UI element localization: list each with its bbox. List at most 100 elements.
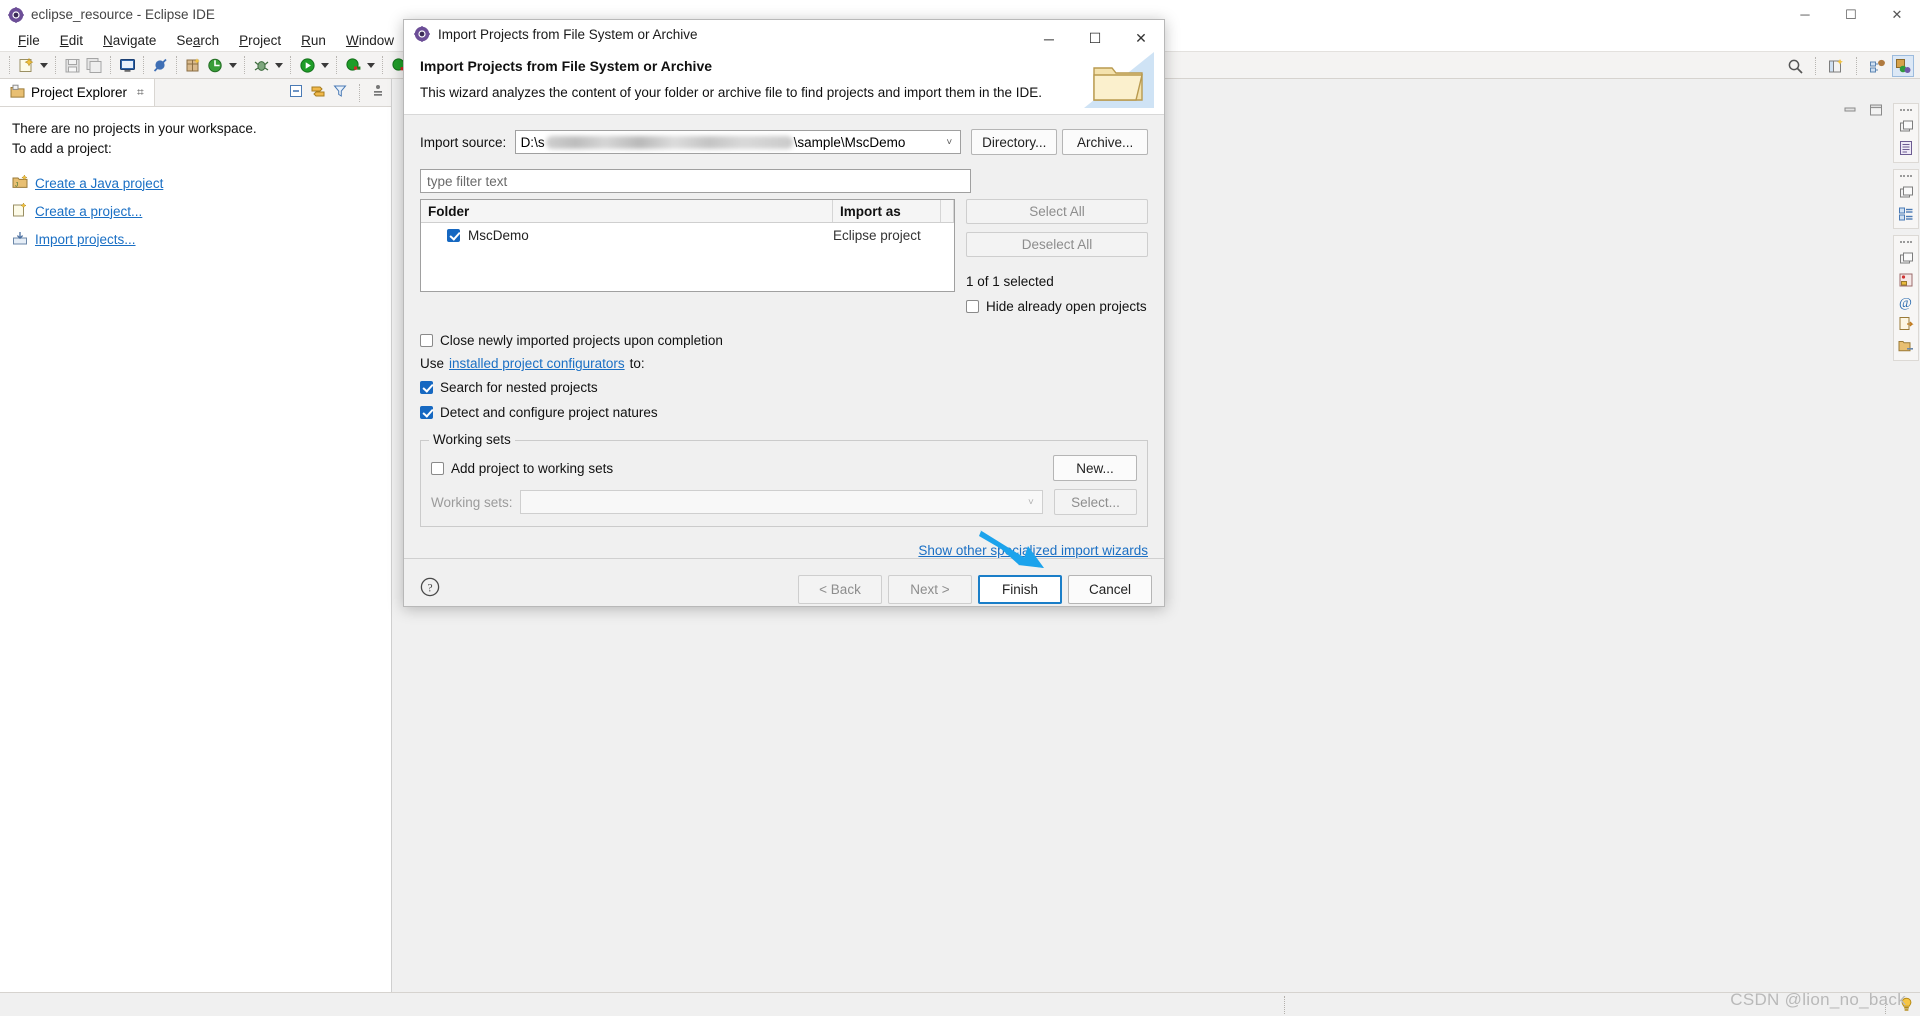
working-sets-combo[interactable]: ˅ (519, 490, 1043, 515)
menu-window[interactable]: Window (336, 31, 404, 50)
menu-search[interactable]: Search (166, 31, 229, 50)
coverage-icon[interactable] (342, 54, 364, 76)
window-controls: ─ ☐ ✕ (1782, 0, 1920, 29)
link-with-editor-icon[interactable] (310, 83, 326, 102)
statusbar-separator (1284, 996, 1285, 1014)
svg-text:?: ? (427, 583, 432, 595)
close-button[interactable]: ✕ (1874, 0, 1920, 29)
menu-file[interactable]: File (8, 31, 50, 50)
chevron-down-icon[interactable]: ˅ (940, 137, 958, 148)
debug-dropdown-icon[interactable] (272, 54, 285, 76)
create-project-link[interactable]: Create a project... (35, 204, 142, 219)
statusbar (0, 992, 1920, 1016)
save-icon[interactable] (61, 54, 83, 76)
select-all-button[interactable]: Select All (966, 199, 1148, 225)
add-to-working-sets-checkbox-row[interactable]: Add project to working sets (431, 458, 613, 478)
minimize-editor-icon[interactable] (1842, 103, 1858, 120)
menu-run[interactable]: Run (291, 31, 336, 50)
table-row[interactable]: MscDemo Eclipse project (421, 223, 954, 248)
filter-input[interactable]: type filter text (420, 169, 971, 194)
column-header-folder[interactable]: Folder (421, 200, 833, 223)
hide-open-projects-label: Hide already open projects (986, 298, 1147, 314)
configurators-row: Use installed project configurators to: (420, 356, 1148, 371)
close-icon[interactable]: ⌗ (137, 85, 144, 100)
external-tools-dropdown-icon[interactable] (226, 54, 239, 76)
directory-button[interactable]: Directory... (971, 129, 1058, 156)
show-other-import-wizards-link[interactable]: Show other specialized import wizards (918, 543, 1148, 558)
skip-breakpoints-icon[interactable] (149, 54, 171, 76)
outline-document-icon[interactable] (1897, 139, 1915, 157)
archive-button[interactable]: Archive... (1062, 129, 1148, 156)
save-all-icon[interactable] (83, 54, 105, 76)
new-wizard-icon[interactable] (15, 54, 37, 76)
import-projects-link[interactable]: Import projects... (35, 232, 136, 247)
create-project-row[interactable]: Create a project... (12, 199, 381, 223)
deselect-all-button[interactable]: Deselect All (966, 232, 1148, 258)
row-checkbox-mscdemo[interactable] (447, 228, 460, 242)
task-list-icon[interactable] (1897, 205, 1915, 223)
maximize-editor-icon[interactable] (1868, 103, 1884, 120)
coverage-dropdown-icon[interactable] (364, 54, 377, 76)
project-explorer-view: Project Explorer ⌗ There are no projects… (0, 79, 392, 992)
hide-open-projects-checkbox[interactable] (966, 299, 979, 313)
search-nested-projects-row[interactable]: Search for nested projects (420, 377, 1148, 397)
installed-project-configurators-link[interactable]: installed project configurators (449, 356, 625, 371)
create-java-project-link[interactable]: Create a Java project (35, 176, 163, 191)
menu-edit[interactable]: Edit (50, 31, 93, 50)
dialog-titlebar: Import Projects from File System or Arch… (404, 20, 1164, 49)
hide-open-projects-row[interactable]: Hide already open projects (966, 296, 1148, 316)
import-projects-row[interactable]: Import projects... (12, 227, 381, 251)
close-imported-projects-checkbox[interactable] (420, 333, 433, 347)
next-button[interactable]: Next > (888, 575, 972, 605)
chevron-down-icon[interactable]: ˅ (1022, 497, 1040, 508)
detect-configure-natures-checkbox[interactable] (420, 405, 433, 419)
add-to-working-sets-checkbox[interactable] (431, 461, 444, 475)
import-source-value-suffix: \sample\MscDemo (793, 134, 906, 150)
new-working-set-button[interactable]: New... (1053, 455, 1137, 482)
create-java-project-row[interactable]: J Create a Java project (12, 171, 381, 195)
rail-handle-icon[interactable] (1900, 107, 1912, 113)
open-perspective-icon[interactable] (1825, 55, 1847, 77)
cancel-button[interactable]: Cancel (1068, 575, 1152, 605)
search-icon[interactable] (1784, 55, 1806, 77)
rail-handle-icon[interactable] (1900, 173, 1912, 179)
at-sign-icon[interactable]: @ (1897, 293, 1915, 311)
toolbar-separator (143, 56, 144, 74)
java-perspective-icon[interactable] (1892, 55, 1914, 77)
search-nested-projects-checkbox[interactable] (420, 380, 433, 394)
minimize-button[interactable]: ─ (1782, 0, 1828, 29)
debug-icon[interactable] (250, 54, 272, 76)
new-wizard-dropdown-icon[interactable] (37, 54, 50, 76)
restore-view-icon[interactable] (1897, 183, 1915, 201)
restore-view-icon[interactable] (1897, 117, 1915, 135)
document-export-icon[interactable] (1897, 315, 1915, 333)
servers-icon[interactable] (1897, 271, 1915, 289)
help-icon[interactable]: ? (420, 577, 440, 600)
finish-button[interactable]: Finish (978, 575, 1062, 605)
console-icon[interactable] (116, 54, 138, 76)
collapse-all-icon[interactable] (288, 83, 304, 102)
column-header-import-as[interactable]: Import as (833, 200, 941, 223)
new-package-icon[interactable] (182, 54, 204, 76)
close-imported-projects-row[interactable]: Close newly imported projects upon compl… (420, 330, 1148, 350)
menu-navigate[interactable]: Navigate (93, 31, 166, 50)
package-explorer-icon[interactable] (1897, 337, 1915, 355)
rail-handle-icon[interactable] (1900, 239, 1912, 245)
view-toolbar-separator (359, 83, 360, 102)
filter-icon[interactable] (332, 83, 348, 102)
external-tools-icon[interactable] (204, 54, 226, 76)
detect-configure-natures-row[interactable]: Detect and configure project natures (420, 402, 1148, 422)
select-working-set-button[interactable]: Select... (1053, 489, 1137, 516)
run-dropdown-icon[interactable] (318, 54, 331, 76)
restore-view-icon[interactable] (1897, 249, 1915, 267)
maximize-button[interactable]: ☐ (1828, 0, 1874, 29)
import-source-combo[interactable]: D:\s \sample\MscDemo ˅ (514, 130, 962, 155)
toolbar-right-group (1784, 52, 1914, 80)
view-menu-icon[interactable] (371, 83, 385, 102)
run-icon[interactable] (296, 54, 318, 76)
java-browsing-perspective-icon[interactable] (1866, 55, 1888, 77)
projects-tree[interactable]: Folder Import as MscDemo Eclipse project (420, 199, 955, 293)
tab-project-explorer[interactable]: Project Explorer ⌗ (0, 79, 155, 106)
menu-project[interactable]: Project (229, 31, 291, 50)
back-button[interactable]: < Back (798, 575, 882, 605)
